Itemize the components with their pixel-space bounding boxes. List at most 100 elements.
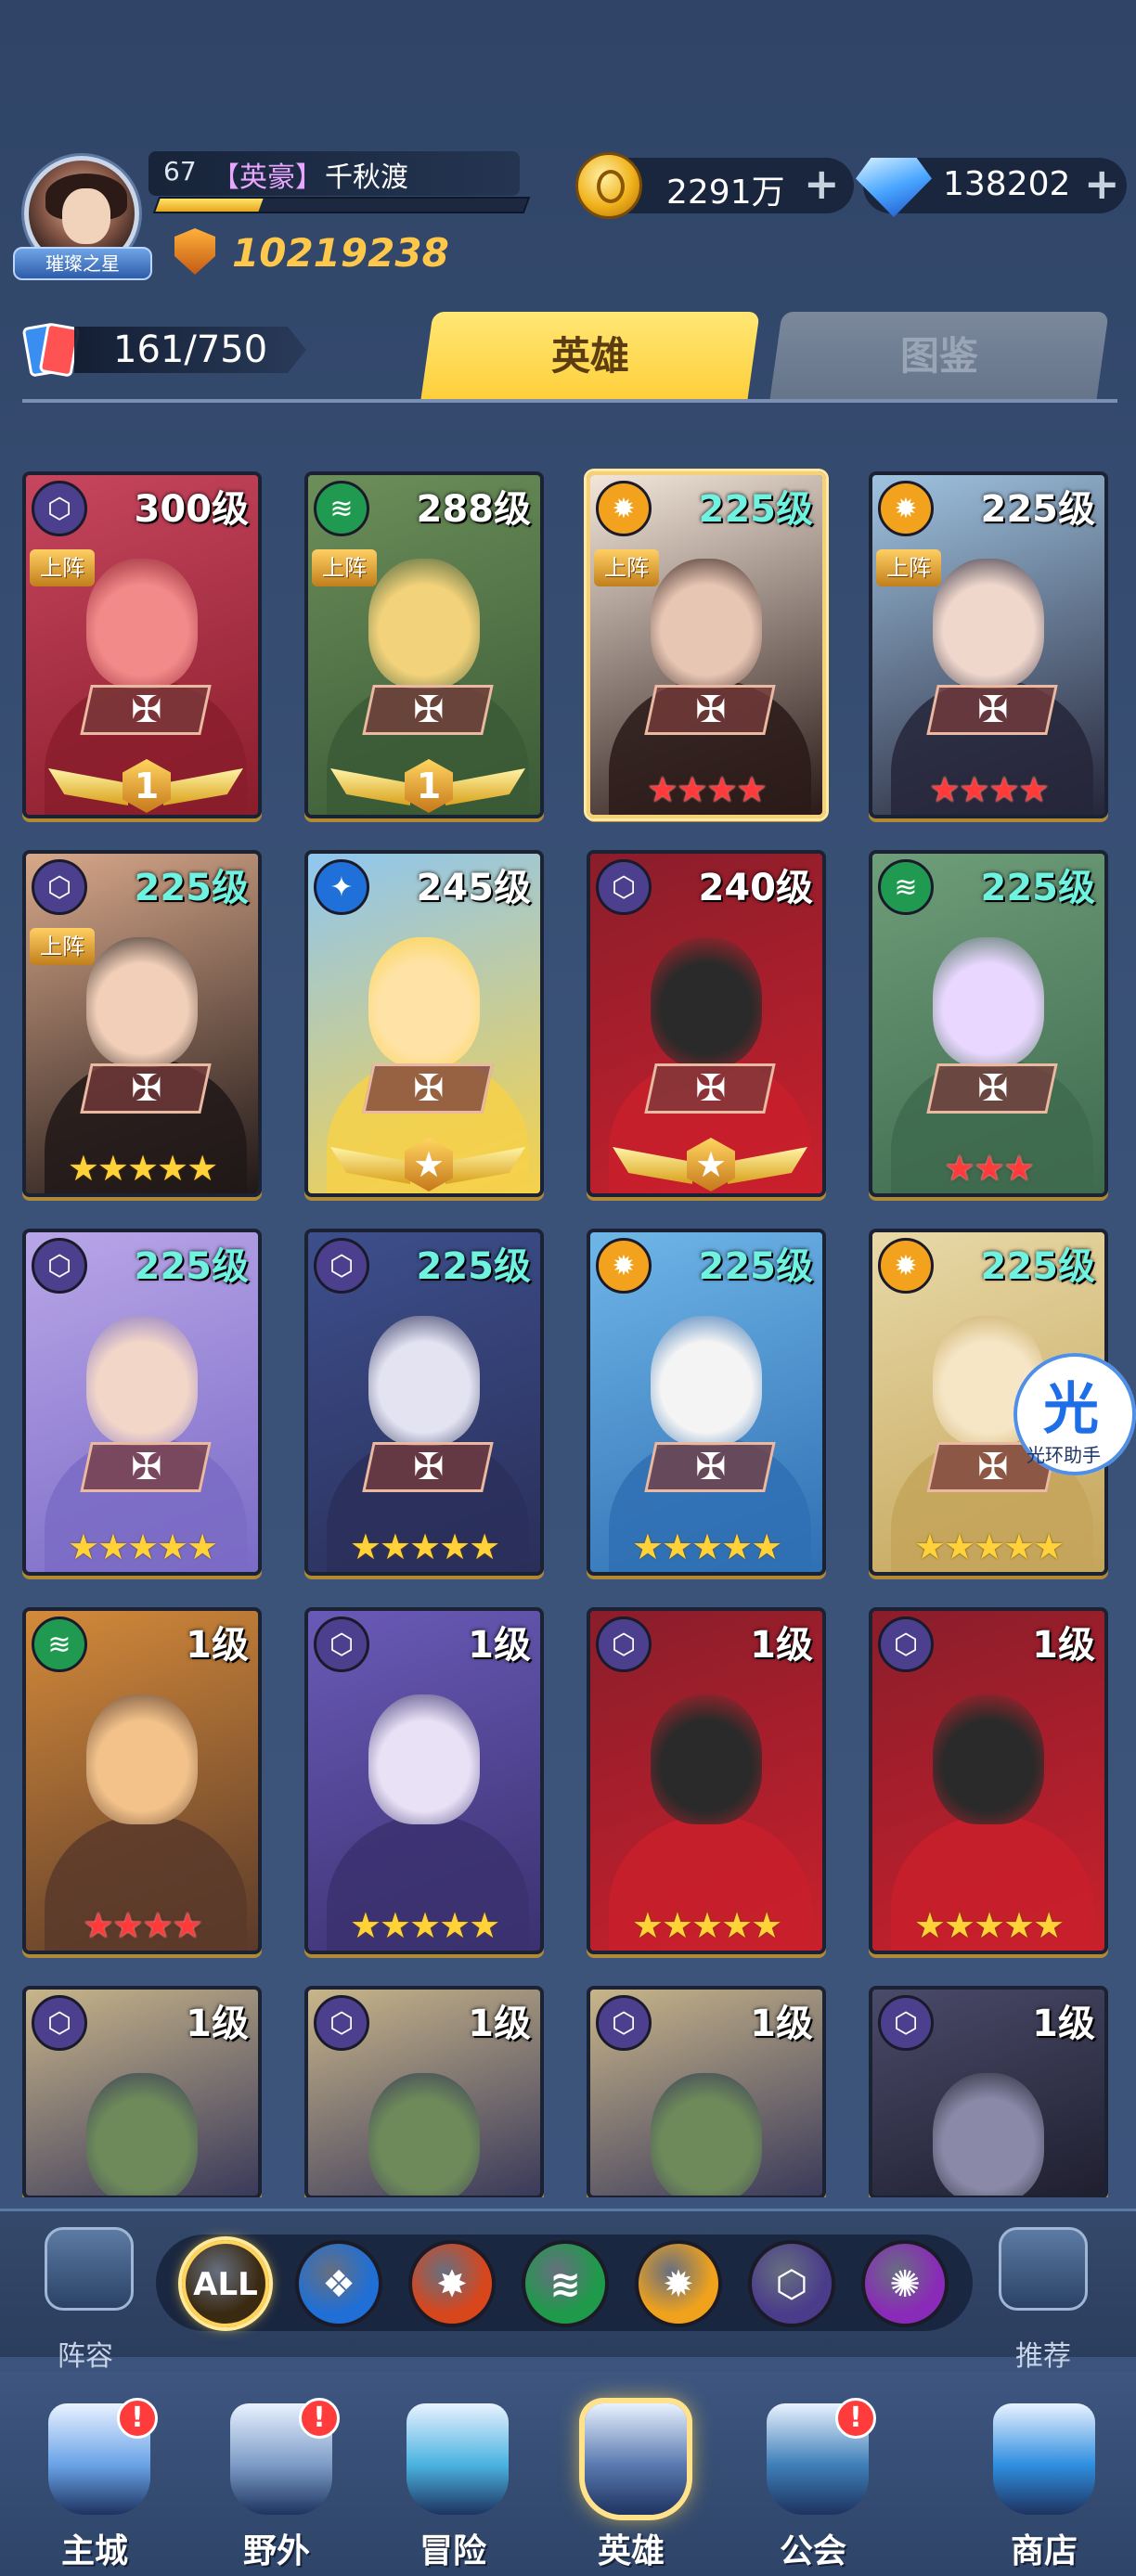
gold-stars: ★★★★★: [913, 1905, 1065, 1946]
deployed-tag: 上阵: [30, 928, 95, 965]
hero-card[interactable]: ≋ 288级 上阵 ✠ 1: [304, 471, 544, 818]
deployed-tag: 上阵: [312, 549, 377, 586]
power-value: 10219238: [232, 230, 449, 276]
emblem-icon: ✠: [131, 1446, 162, 1488]
hero-card[interactable]: ✹ 225级 上阵 ✠ ★★★★: [587, 471, 826, 818]
void-faction-icon: ⬡: [314, 1238, 369, 1294]
hero-card[interactable]: ⬡ 300级 上阵 ✠ 1: [22, 471, 262, 818]
nav-main-city[interactable]: 主城!: [11, 2398, 178, 2570]
red-stars: ★★★★: [646, 769, 768, 810]
void-faction-icon: ⬡: [32, 1238, 87, 1294]
filter-all-button[interactable]: ALL: [182, 2240, 269, 2327]
hero-card[interactable]: ≋ 1级 ★★★★: [22, 1607, 262, 1954]
gold-plus-button[interactable]: +: [804, 162, 840, 205]
hero-grid[interactable]: ⬡ 300级 上阵 ✠ 1 ≋ 288级 上阵 ✠ 1 ✹ 225级 上阵 ✠ ★★★★ ✹ 225级 上阵…: [0, 416, 1136, 2197]
tab-codex[interactable]: 图鉴: [769, 312, 1109, 401]
hero-card[interactable]: ⬡ 225级 ✠ ★★★★★: [22, 1229, 262, 1576]
emblem-icon: ✠: [977, 1067, 1009, 1110]
filter-dark-icon[interactable]: ✺: [861, 2240, 949, 2327]
emblem-icon: ✠: [977, 689, 1009, 731]
hero-card[interactable]: ⬡ 1级 ★★★★★: [587, 1607, 826, 1954]
nav-label: 主城: [60, 2532, 128, 2570]
notification-badge: !: [117, 2398, 158, 2439]
emblem-icon: ✠: [131, 1067, 162, 1110]
hero-level: 225级: [416, 1245, 532, 1288]
filter-void-icon[interactable]: ⬡: [748, 2240, 835, 2327]
nav-label: 公会: [779, 2532, 846, 2570]
tab-heroes-label: 英雄: [550, 333, 629, 379]
gold-stars: ★★★★★: [349, 1905, 500, 1946]
recommend-button[interactable]: [999, 2227, 1088, 2311]
emblem-icon: ✠: [413, 1067, 445, 1110]
nav-wild[interactable]: 野外!: [193, 2398, 360, 2570]
red-stars: ★★★: [943, 1148, 1035, 1189]
filter-water-icon[interactable]: ❖: [295, 2240, 382, 2327]
hero-card[interactable]: ⬡ 240级 ✠ ★: [587, 850, 826, 1197]
void-faction-icon: ⬡: [596, 859, 652, 915]
hero-card[interactable]: ✹ 225级上阵 ✠ ★★★★: [869, 471, 1108, 818]
player-avatar[interactable]: 璀璨之星: [13, 148, 152, 280]
hero-level: 225级: [980, 867, 1096, 909]
lineup-button[interactable]: [45, 2227, 134, 2311]
nav-label: 商店: [1010, 2532, 1078, 2570]
hero-level: 1级: [468, 2003, 531, 2045]
hero-level: 225级: [698, 1245, 814, 1288]
nav-shop[interactable]: 商店: [956, 2403, 1132, 2570]
hero-card[interactable]: ⬡ 1级: [22, 1986, 262, 2197]
helper-glyph: 光: [1043, 1377, 1099, 1442]
hero-card[interactable]: ⬡ 1级: [869, 1986, 1108, 2197]
void-faction-icon: ⬡: [596, 1995, 652, 2051]
lineup-label: 阵容: [58, 2340, 113, 2373]
xp-bar-fill: [155, 199, 264, 212]
hero-level: 245级: [416, 867, 532, 909]
hero-level: 240级: [698, 867, 814, 909]
hero-card[interactable]: ✹ 225级 ✠ ★★★★★: [587, 1229, 826, 1576]
notification-badge: !: [299, 2398, 340, 2439]
hero-card[interactable]: ✦ 245级 ✠ ★: [304, 850, 544, 1197]
power-icon: [174, 228, 215, 275]
light-faction-icon: ✹: [596, 481, 652, 536]
void-faction-icon: ⬡: [32, 859, 87, 915]
filter-fire-icon[interactable]: ✸: [408, 2240, 496, 2327]
hero-card[interactable]: ⬡ 1级 ★★★★★: [304, 1607, 544, 1954]
nav-label: 野外: [242, 2532, 310, 2570]
deployed-tag: 上阵: [594, 549, 659, 586]
hero-level: 288级: [416, 488, 532, 531]
hero-level: 1级: [750, 2003, 813, 2045]
void-faction-icon: ⬡: [878, 1616, 934, 1672]
hero-card[interactable]: ⬡ 225级 上阵 ✠ ★★★★★: [22, 850, 262, 1197]
gold-stars: ★★★★★: [67, 1526, 218, 1567]
hero-card[interactable]: ⬡ 1级: [304, 1986, 544, 2197]
deployed-tag: 上阵: [876, 549, 941, 586]
red-stars: ★★★★: [928, 769, 1050, 810]
gem-plus-button[interactable]: +: [1084, 162, 1120, 205]
hero-level: 225级: [980, 488, 1096, 531]
nav-label: 冒险: [419, 2532, 486, 2570]
nav-guild[interactable]: 公会!: [729, 2398, 897, 2570]
nav-heroes[interactable]: 英雄: [548, 2403, 715, 2570]
hero-level: 1级: [1032, 1624, 1095, 1667]
hero-level: 1级: [468, 1624, 531, 1667]
gold-stars: ★★★★★: [631, 1905, 782, 1946]
nav-adventure[interactable]: 冒险: [369, 2403, 536, 2570]
water-faction-icon: ✦: [314, 859, 369, 915]
hero-card[interactable]: ≋ 225级 ✠ ★★★: [869, 850, 1108, 1197]
filter-wind-icon[interactable]: ≋: [522, 2240, 609, 2327]
hero-count: 161/750: [113, 328, 268, 371]
player-level: 67: [163, 156, 197, 187]
avatar-badge: 璀璨之星: [13, 247, 152, 280]
tab-heroes[interactable]: 英雄: [420, 312, 760, 401]
hero-cards-icon: [21, 319, 81, 380]
hero-card[interactable]: ⬡ 1级 ★★★★★: [869, 1607, 1108, 1954]
void-faction-icon: ⬡: [314, 1995, 369, 2051]
filter-light-icon[interactable]: ✹: [635, 2240, 722, 2327]
hero-card[interactable]: ⬡ 225级 ✠ ★★★★★: [304, 1229, 544, 1576]
hero-level: 225级: [698, 488, 814, 531]
rank-wings-icon: ★: [613, 1138, 807, 1193]
hero-level: 300级: [134, 488, 250, 531]
xp-bar: [152, 197, 531, 213]
light-faction-icon: ✹: [878, 481, 934, 536]
wind-faction-icon: ≋: [32, 1616, 87, 1672]
hero-card[interactable]: ⬡ 1级: [587, 1986, 826, 2197]
gold-stars: ★★★★★: [631, 1526, 782, 1567]
